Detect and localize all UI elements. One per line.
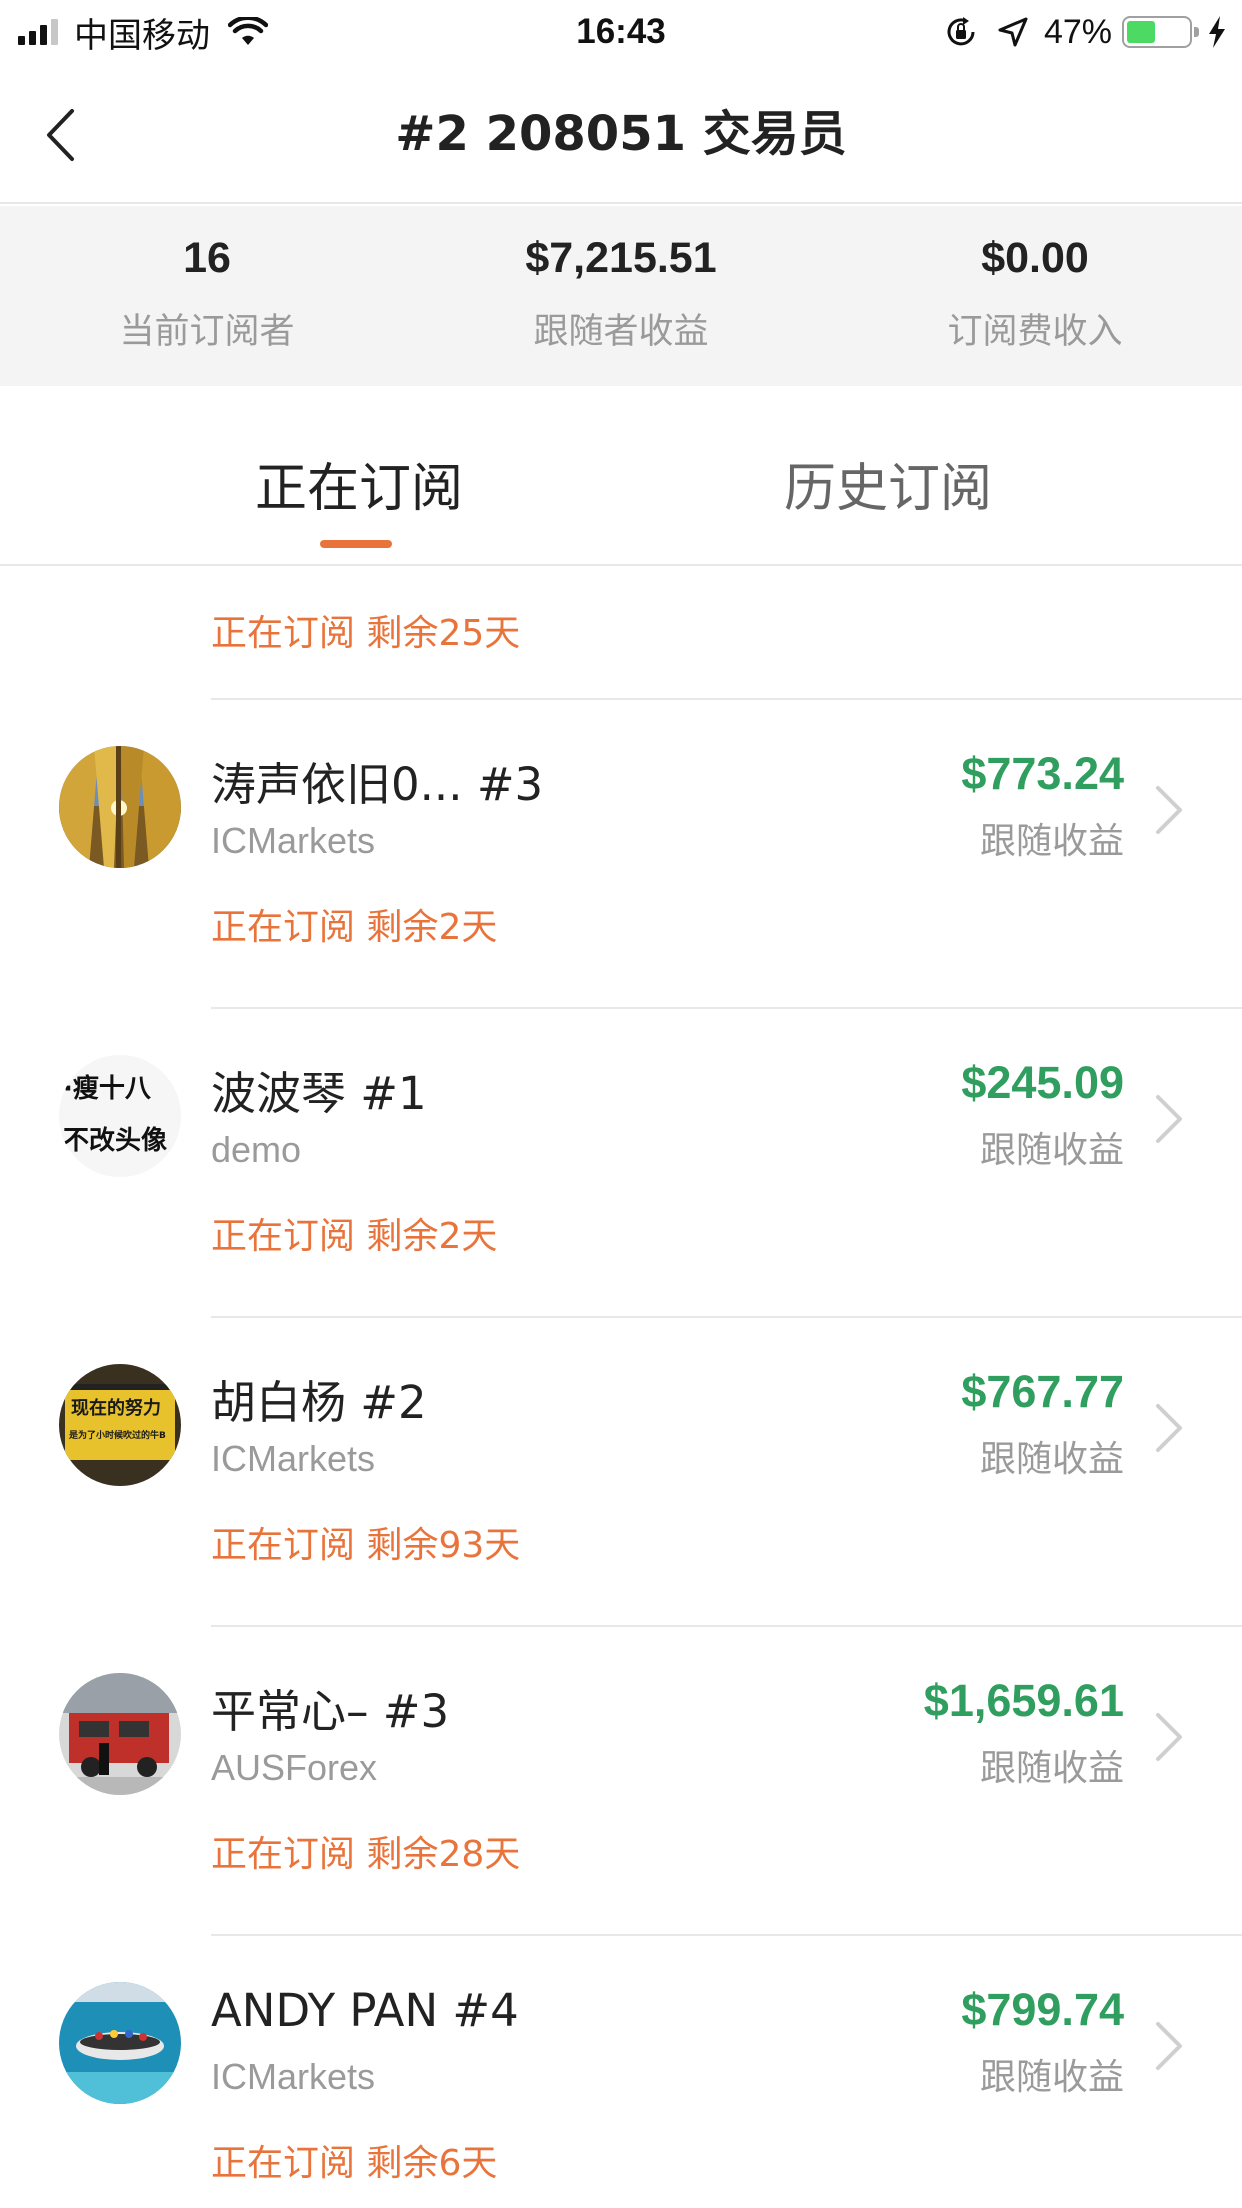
sign-avatar-icon: 现在的努力 是为了小时候吹过的牛B: [59, 1364, 181, 1486]
charging-bolt-icon: [1209, 16, 1225, 48]
broker-name: ICMarkets: [211, 820, 376, 861]
stat-label: 订阅费收入: [947, 312, 1123, 352]
profit-amount: $245.09: [961, 1057, 1124, 1108]
battery-fill: [1127, 21, 1156, 43]
stat-value: 16: [183, 234, 231, 282]
broker-name: demo: [211, 1129, 302, 1170]
stat-subscription-income: $0.00 订阅费收入: [828, 206, 1242, 386]
list-item[interactable]: 平常心– #3 AUSForex 正在订阅 剩余28天 $1,659.61 跟随…: [0, 1627, 1242, 1936]
stat-value: $7,215.51: [525, 234, 717, 282]
profit-label: 跟随收益: [979, 821, 1124, 862]
subscriber-list: 正在订阅 剩余25天 涛声依旧0... #3 ICMarkets 正在订阅 剩余…: [0, 568, 1242, 2208]
avatar-sign-line2: 是为了小时候吹过的牛B: [68, 1429, 166, 1441]
avatar: [59, 1982, 181, 2104]
subscription-status: 正在订阅 剩余28天: [211, 1834, 521, 1875]
avatar-sign-line1: 现在的努力: [71, 1397, 161, 1419]
subscription-status: 正在订阅 剩余2天: [211, 907, 498, 948]
broker-name: ICMarkets: [211, 2056, 376, 2097]
tab-bar: 正在订阅 历史订阅: [0, 386, 1242, 566]
stat-label: 当前订阅者: [119, 312, 295, 352]
avatar-text-line1: ​·瘦十八: [63, 1073, 152, 1104]
subscriber-name: ANDY PAN #4: [211, 1984, 519, 2037]
stat-subscribers: 16 当前订阅者: [0, 206, 414, 386]
location-icon: [998, 17, 1028, 47]
list-item[interactable]: 正在订阅 剩余25天: [0, 568, 1242, 700]
battery-icon: [1122, 16, 1199, 48]
profit-amount: $773.24: [961, 748, 1124, 799]
chevron-right-icon: [1156, 2022, 1182, 2070]
avatar-text-line2: 不改头像: [63, 1125, 168, 1156]
profit-label: 跟随收益: [979, 1130, 1124, 1171]
subscriber-name: 胡白杨 #2: [211, 1376, 427, 1429]
firetruck-avatar-icon: [59, 1673, 181, 1795]
list-item[interactable]: 涛声依旧0... #3 ICMarkets 正在订阅 剩余2天 $773.24 …: [0, 700, 1242, 1009]
battery-percent: 47%: [1043, 12, 1112, 51]
profit-label: 跟随收益: [979, 1439, 1124, 1480]
status-bar: 中国移动 16:43 47%: [0, 0, 1242, 64]
chevron-right-icon: [1156, 1404, 1182, 1452]
nav-bar: #2 208051 交易员: [0, 64, 1242, 204]
profit-label: 跟随收益: [979, 2057, 1124, 2098]
stats-panel: 16 当前订阅者 $7,215.51 跟随者收益 $0.00 订阅费收入: [0, 206, 1242, 386]
stat-value: $0.00: [981, 234, 1089, 282]
status-bar-right: 47%: [944, 8, 1228, 56]
chevron-right-icon: [1156, 786, 1182, 834]
orientation-lock-icon: [947, 17, 975, 46]
stat-label: 跟随者收益: [533, 312, 709, 352]
forest-avatar-icon: [59, 746, 181, 868]
subscription-status: 正在订阅 剩余25天: [211, 613, 521, 654]
profit-amount: $1,659.61: [923, 1675, 1124, 1726]
subscription-status: 正在订阅 剩余93天: [211, 1525, 521, 1566]
broker-name: ICMarkets: [211, 1438, 376, 1479]
avatar: [59, 746, 181, 868]
list-item[interactable]: 现在的努力 是为了小时候吹过的牛B 胡白杨 #2 ICMarkets 正在订阅 …: [0, 1318, 1242, 1627]
list-item[interactable]: ​·瘦十八 不改头像 波波琴 #1 demo 正在订阅 剩余2天 $245.09…: [0, 1009, 1242, 1318]
stat-follower-profit: $7,215.51 跟随者收益: [414, 206, 828, 386]
tab-current-subscriptions[interactable]: 正在订阅: [255, 446, 463, 521]
avatar: 现在的努力 是为了小时候吹过的牛B: [59, 1364, 181, 1486]
page-title: #2 208051 交易员: [395, 106, 847, 162]
avatar: ​·瘦十八 不改头像: [59, 1055, 181, 1177]
profit-label: 跟随收益: [979, 1748, 1124, 1789]
subscriber-name: 涛声依旧0... #3: [211, 758, 544, 811]
chevron-right-icon: [1156, 1713, 1182, 1761]
avatar: [59, 1673, 181, 1795]
list-item[interactable]: ANDY PAN #4 ICMarkets 正在订阅 剩余6天 $799.74 …: [0, 1936, 1242, 2208]
broker-name: AUSForex: [211, 1747, 378, 1788]
chevron-right-icon: [1156, 1095, 1182, 1143]
text-avatar-icon: ​·瘦十八 不改头像: [59, 1055, 181, 1177]
tab-indicator: [320, 540, 392, 548]
subscription-status: 正在订阅 剩余2天: [211, 1216, 498, 1257]
subscription-status: 正在订阅 剩余6天: [211, 2143, 498, 2184]
profit-amount: $799.74: [961, 1984, 1124, 2035]
subscriber-name: 平常心– #3: [211, 1685, 450, 1738]
boat-avatar-icon: [59, 1982, 181, 2104]
subscriber-name: 波波琴 #1: [211, 1067, 427, 1120]
tab-history-subscriptions[interactable]: 历史订阅: [784, 446, 992, 521]
profit-amount: $767.77: [961, 1366, 1124, 1417]
